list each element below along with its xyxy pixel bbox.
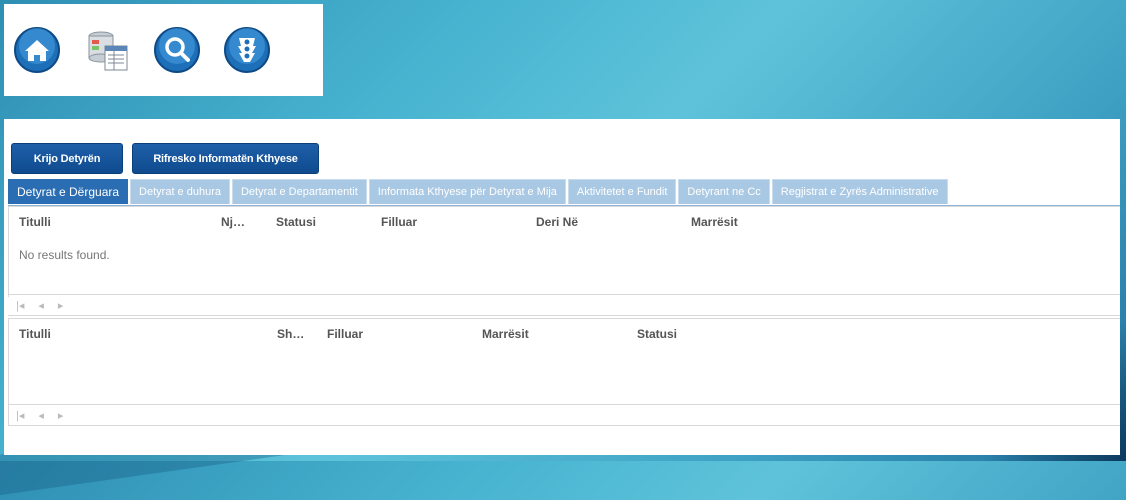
column-header[interactable]: Deri Në (536, 215, 578, 229)
tab-due-tasks[interactable]: Detyrat e duhura (130, 179, 230, 204)
column-header[interactable]: Titulli (19, 327, 51, 341)
traffic-light-icon[interactable] (222, 25, 272, 75)
tasks-panel: Krijo Detyrën Rifresko Informatën Kthyes… (4, 119, 1120, 455)
first-page-icon[interactable]: |◂ (16, 299, 24, 312)
column-header[interactable]: Statusi (276, 215, 316, 229)
first-page-icon[interactable]: |◂ (16, 409, 24, 422)
tab-bar: Detyrat e Dërguara Detyrat e duhura Dety… (8, 179, 950, 204)
database-report-icon[interactable] (82, 25, 132, 75)
home-icon[interactable] (12, 25, 62, 75)
create-task-button[interactable]: Krijo Detyrën (11, 143, 123, 174)
pager: |◂ ◂ ▸ (8, 404, 1120, 426)
sent-tasks-grid: Titulli Nj… Statusi Filluar Deri Në Marr… (8, 206, 1120, 297)
empty-message: No results found. (19, 248, 110, 262)
column-header[interactable]: Filluar (381, 215, 417, 229)
tab-feedback-my-tasks[interactable]: Informata Kthyese për Detyrat e Mija (368, 179, 566, 204)
search-icon[interactable] (152, 25, 202, 75)
column-header[interactable]: Marrësit (482, 327, 529, 341)
column-header[interactable]: Filluar (327, 327, 363, 341)
prev-page-icon[interactable]: ◂ (38, 409, 44, 422)
tab-department-tasks[interactable]: Detyrat e Departamentit (231, 179, 367, 204)
prev-page-icon[interactable]: ◂ (38, 299, 44, 312)
next-page-icon[interactable]: ▸ (58, 409, 64, 422)
column-header[interactable]: Titulli (19, 215, 51, 229)
tab-recent-activities[interactable]: Aktivitetet e Fundit (567, 179, 677, 204)
refresh-feedback-button[interactable]: Rifresko Informatën Kthyese (132, 143, 319, 174)
column-header[interactable]: Sh… (277, 327, 304, 341)
next-page-icon[interactable]: ▸ (58, 299, 64, 312)
column-header[interactable]: Nj… (221, 215, 245, 229)
tab-cc-tasks[interactable]: Detyrant ne Cc (678, 179, 770, 204)
icon-toolbar (4, 4, 323, 96)
column-header[interactable]: Statusi (637, 327, 677, 341)
pager: |◂ ◂ ▸ (8, 294, 1120, 316)
tab-sent-tasks[interactable]: Detyrat e Dërguara (8, 179, 129, 204)
column-header[interactable]: Marrësit (691, 215, 738, 229)
tab-administrative-registers[interactable]: Regjistrat e Zyrës Administrative (771, 179, 948, 204)
